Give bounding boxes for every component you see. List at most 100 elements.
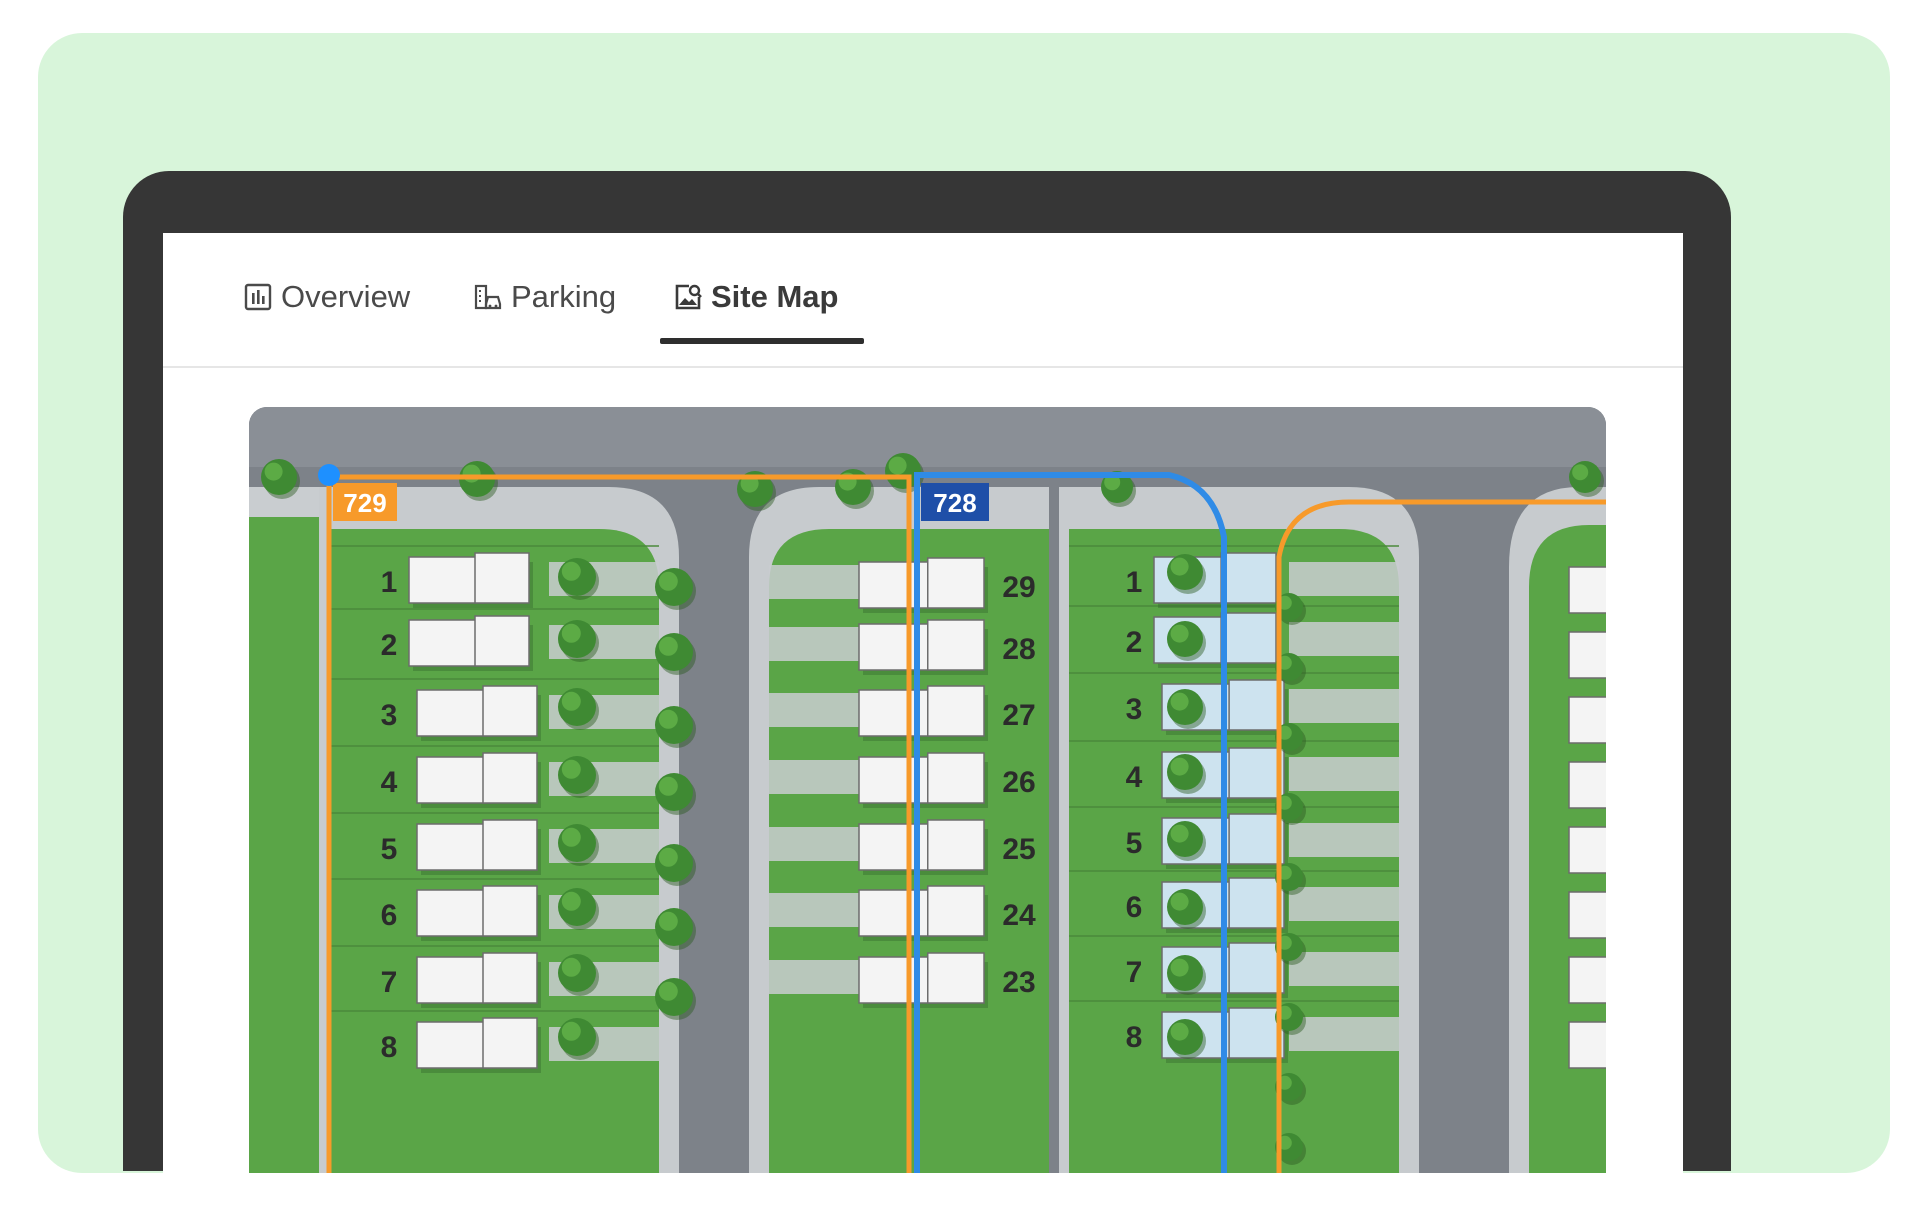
lot-number-728-4: 4 <box>1126 761 1143 794</box>
tree-highlight <box>658 776 678 796</box>
lot-number-729-29: 29 <box>1002 571 1035 604</box>
tree-highlight <box>1170 624 1189 643</box>
lot-number-729-28: 28 <box>1002 633 1035 666</box>
lot-number-729-27: 27 <box>1002 699 1035 732</box>
lot-number-728-6: 6 <box>1126 891 1143 924</box>
tab-site-map-label: Site Map <box>711 279 839 314</box>
house-729-lot-24[interactable] <box>858 889 938 937</box>
house-729-lot-28[interactable] <box>858 623 938 671</box>
site-map-view[interactable]: 1 2 3 4 5 6 7 8 29 28 27 26 25 24 23 1 2 3 4 5 6 7 8 729 728 <box>249 407 1606 1173</box>
tree-highlight <box>561 827 581 847</box>
driveway <box>769 960 859 994</box>
house-729-lot-1[interactable] <box>408 556 485 604</box>
house-729-lot-4-wing <box>482 752 538 804</box>
tree-highlight <box>1170 557 1189 576</box>
lot-number-728-7: 7 <box>1126 956 1143 989</box>
house-729-lot-7[interactable] <box>416 956 493 1004</box>
driveway <box>769 627 859 661</box>
house-partial <box>1568 631 1606 679</box>
lot-number-729-26: 26 <box>1002 766 1035 799</box>
tab-bar: Overview Parking Site Map <box>163 233 1683 368</box>
driveway <box>1289 622 1399 656</box>
tree-highlight <box>658 709 678 729</box>
lot-number-729-8: 8 <box>381 1031 398 1064</box>
house-728-lot-4-wing <box>1228 747 1285 799</box>
tree-highlight <box>561 561 581 581</box>
house-729-lot-24-wing <box>927 885 985 937</box>
lot-number-728-5: 5 <box>1126 827 1143 860</box>
tree-highlight <box>658 911 678 931</box>
tab-parking-label: Parking <box>511 279 617 314</box>
driveway <box>1289 757 1399 791</box>
driveway <box>769 693 859 727</box>
house-partial <box>1568 1021 1606 1069</box>
selection-handle[interactable] <box>318 464 340 486</box>
house-729-lot-1-wing <box>474 552 530 604</box>
driveway <box>1289 952 1399 986</box>
house-729-lot-6[interactable] <box>416 889 493 937</box>
house-728-lot-6-wing <box>1228 877 1285 929</box>
lot-number-729-2: 2 <box>381 629 398 662</box>
tab-overview[interactable]: Overview <box>243 277 410 317</box>
site-map-canvas[interactable]: 123456782928272625242312345678729 728 <box>249 407 1606 1173</box>
driveway <box>769 893 859 927</box>
lot-number-729-5: 5 <box>381 833 398 866</box>
house-partial <box>1568 956 1606 1004</box>
house-729-lot-23[interactable] <box>858 956 938 1004</box>
house-729-lot-4[interactable] <box>416 756 493 804</box>
tree-highlight <box>1170 958 1189 977</box>
house-729-lot-5[interactable] <box>416 823 493 871</box>
tree-highlight <box>462 464 481 483</box>
driveway <box>769 760 859 794</box>
bar-chart-icon <box>244 283 272 311</box>
house-729-lot-8[interactable] <box>416 1021 493 1069</box>
house-728-lot-1-wing <box>1220 552 1277 604</box>
house-729-lot-2-wing <box>474 615 530 667</box>
driveway <box>1289 887 1399 921</box>
lot-number-729-23: 23 <box>1002 966 1035 999</box>
tab-parking[interactable]: Parking <box>473 277 616 317</box>
lot-number-729-24: 24 <box>1002 899 1036 932</box>
top-street <box>249 407 1606 467</box>
house-729-lot-5-wing <box>482 819 538 871</box>
house-729-lot-29-wing <box>927 557 985 609</box>
house-729-lot-3[interactable] <box>416 689 493 737</box>
tree-highlight <box>1170 1022 1189 1041</box>
image-search-icon <box>675 284 702 310</box>
driveway <box>1289 689 1399 723</box>
lot-number-728-1: 1 <box>1126 566 1143 599</box>
house-partial <box>1568 761 1606 809</box>
tree-highlight <box>1170 692 1189 711</box>
lot-number-729-6: 6 <box>381 899 398 932</box>
lot-number-729-4: 4 <box>381 766 398 799</box>
lot-number-728-8: 8 <box>1126 1021 1143 1054</box>
house-729-lot-26-wing <box>927 752 985 804</box>
house-729-lot-3-wing <box>482 685 538 737</box>
house-729-lot-29[interactable] <box>858 561 938 609</box>
house-partial <box>1568 696 1606 744</box>
house-729-lot-27[interactable] <box>858 689 938 737</box>
house-729-lot-26[interactable] <box>858 756 938 804</box>
tree-highlight <box>1572 464 1589 481</box>
house-729-lot-23-wing <box>927 952 985 1004</box>
block-badge-728-label: 728 <box>933 488 976 518</box>
house-729-lot-25-wing <box>927 819 985 871</box>
driveway <box>1289 562 1399 596</box>
tab-site-map[interactable]: Site Map <box>673 277 838 317</box>
tree-highlight <box>1170 757 1189 776</box>
tree-highlight <box>561 957 581 977</box>
house-729-lot-2[interactable] <box>408 619 485 667</box>
tree-highlight <box>1170 824 1189 843</box>
tree-highlight <box>658 636 678 656</box>
lot-number-729-3: 3 <box>381 699 398 732</box>
lot-number-729-1: 1 <box>381 566 398 599</box>
tab-overview-label: Overview <box>281 279 411 314</box>
lot-number-729-25: 25 <box>1002 833 1035 866</box>
active-tab-indicator <box>660 338 864 344</box>
house-729-lot-7-wing <box>482 952 538 1004</box>
tree-highlight <box>658 981 678 1001</box>
lot-number-729-7: 7 <box>381 966 398 999</box>
app-screen: Overview Parking Site Map 1 2 3 4 5 6 7 … <box>163 233 1683 1173</box>
house-729-lot-25[interactable] <box>858 823 938 871</box>
lot-number-728-3: 3 <box>1126 693 1143 726</box>
